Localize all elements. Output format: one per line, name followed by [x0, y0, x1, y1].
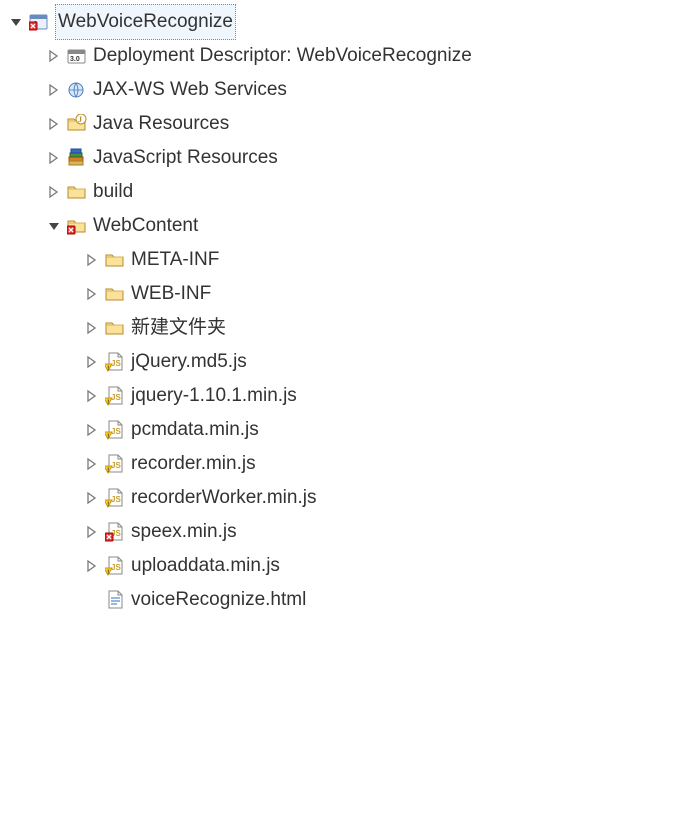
expand-arrow-right-icon[interactable] [85, 355, 99, 369]
tree-node-jaxws[interactable]: JAX-WS Web Services [5, 73, 684, 107]
expand-arrow-right-icon[interactable] [85, 389, 99, 403]
folder-error-icon [67, 216, 87, 236]
folder-icon [105, 284, 125, 304]
tree-node-speex[interactable]: speex.min.js [5, 515, 684, 549]
deployment-icon [67, 46, 87, 66]
tree-node-javares[interactable]: Java Resources [5, 107, 684, 141]
tree-node-label[interactable]: speex.min.js [131, 515, 237, 549]
tree-node-label[interactable]: uploaddata.min.js [131, 549, 280, 583]
expand-arrow-right-icon[interactable] [47, 151, 61, 165]
jsfile-error-icon [105, 522, 125, 542]
tree-node-build[interactable]: build [5, 175, 684, 209]
tree-node-newfolder[interactable]: 新建文件夹 [5, 311, 684, 345]
jsfile-warn-icon [105, 352, 125, 372]
tree-node-label[interactable]: build [93, 175, 133, 209]
project-error-icon [29, 12, 49, 32]
expand-arrow-right-icon[interactable] [47, 49, 61, 63]
jsfile-warn-icon [105, 454, 125, 474]
expand-arrow-down-icon[interactable] [47, 219, 61, 233]
tree-node-dd[interactable]: Deployment Descriptor: WebVoiceRecognize [5, 39, 684, 73]
tree-node-label[interactable]: Deployment Descriptor: WebVoiceRecognize [93, 39, 472, 73]
tree-node-jsres[interactable]: JavaScript Resources [5, 141, 684, 175]
tree-node-recorderwkr[interactable]: recorderWorker.min.js [5, 481, 684, 515]
tree-node-label[interactable]: WebVoiceRecognize [55, 4, 236, 40]
jsres-icon [67, 148, 87, 168]
expand-arrow-right-icon[interactable] [85, 491, 99, 505]
tree-node-label[interactable]: jQuery.md5.js [131, 345, 247, 379]
expand-arrow-right-icon[interactable] [47, 83, 61, 97]
project-explorer-tree: WebVoiceRecognizeDeployment Descriptor: … [0, 0, 684, 617]
expand-arrow-right-icon[interactable] [85, 287, 99, 301]
tree-node-label[interactable]: recorderWorker.min.js [131, 481, 316, 515]
jsfile-warn-icon [105, 488, 125, 508]
tree-node-webinf[interactable]: WEB-INF [5, 277, 684, 311]
expand-arrow-right-icon[interactable] [85, 559, 99, 573]
folder-icon [105, 318, 125, 338]
htmlfile-icon [105, 590, 125, 610]
expand-arrow-right-icon[interactable] [85, 525, 99, 539]
expand-arrow-right-icon[interactable] [47, 117, 61, 131]
tree-node-label[interactable]: jquery-1.10.1.min.js [131, 379, 297, 413]
tree-node-label[interactable]: Java Resources [93, 107, 229, 141]
tree-node-pcmdata[interactable]: pcmdata.min.js [5, 413, 684, 447]
tree-node-root[interactable]: WebVoiceRecognize [5, 5, 684, 39]
expand-arrow-down-icon[interactable] [9, 15, 23, 29]
tree-node-jquery1101[interactable]: jquery-1.10.1.min.js [5, 379, 684, 413]
tree-node-metainf[interactable]: META-INF [5, 243, 684, 277]
tree-node-voicerecog[interactable]: voiceRecognize.html [5, 583, 684, 617]
folder-icon [105, 250, 125, 270]
tree-node-label[interactable]: WEB-INF [131, 277, 211, 311]
tree-node-label[interactable]: recorder.min.js [131, 447, 256, 481]
tree-node-webcontent[interactable]: WebContent [5, 209, 684, 243]
expand-arrow-right-icon[interactable] [85, 457, 99, 471]
tree-node-label[interactable]: META-INF [131, 243, 219, 277]
javares-icon [67, 114, 87, 134]
tree-node-label[interactable]: JavaScript Resources [93, 141, 278, 175]
expand-arrow-right-icon[interactable] [47, 185, 61, 199]
jsfile-warn-icon [105, 556, 125, 576]
webservices-icon [67, 80, 87, 100]
tree-node-label[interactable]: voiceRecognize.html [131, 583, 306, 617]
expand-arrow-right-icon[interactable] [85, 253, 99, 267]
jsfile-warn-icon [105, 386, 125, 406]
tree-node-label[interactable]: pcmdata.min.js [131, 413, 259, 447]
folder-icon [67, 182, 87, 202]
expand-arrow-none [85, 593, 99, 607]
tree-node-label[interactable]: JAX-WS Web Services [93, 73, 287, 107]
tree-node-label[interactable]: 新建文件夹 [131, 311, 226, 345]
expand-arrow-right-icon[interactable] [85, 423, 99, 437]
tree-node-label[interactable]: WebContent [93, 209, 198, 243]
tree-node-jquerymd5[interactable]: jQuery.md5.js [5, 345, 684, 379]
jsfile-warn-icon [105, 420, 125, 440]
tree-node-recorder[interactable]: recorder.min.js [5, 447, 684, 481]
expand-arrow-right-icon[interactable] [85, 321, 99, 335]
tree-node-uploaddata[interactable]: uploaddata.min.js [5, 549, 684, 583]
